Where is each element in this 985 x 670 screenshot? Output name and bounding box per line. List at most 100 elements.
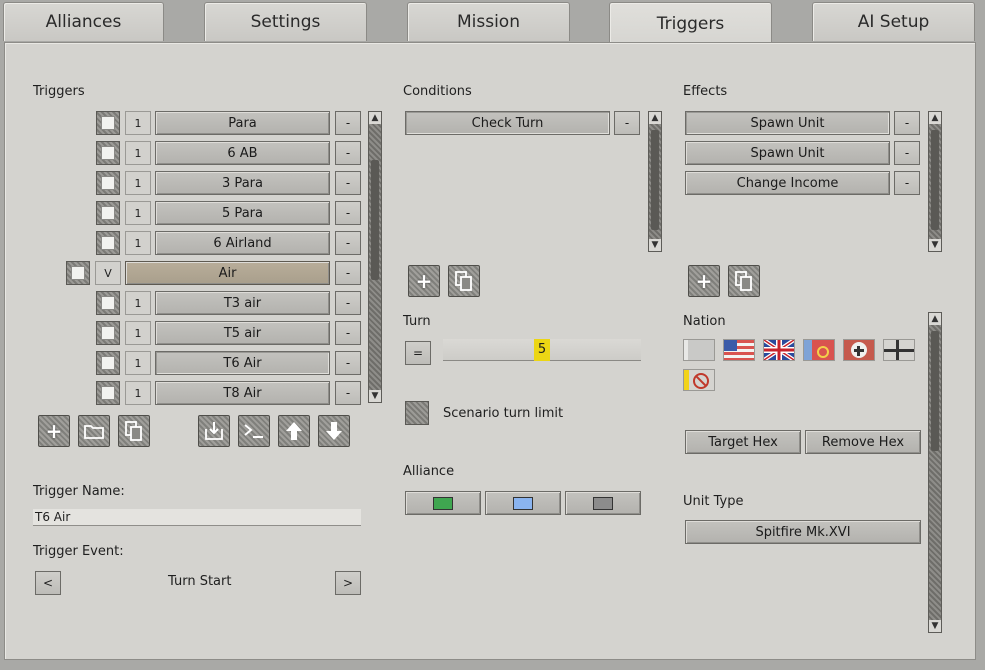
turn-operator-button[interactable]: = <box>405 341 431 365</box>
tab-mission[interactable]: Mission <box>407 2 570 41</box>
trigger-checkbox[interactable] <box>96 171 120 195</box>
nation-flag-none[interactable] <box>683 369 715 391</box>
delete-effect-button[interactable]: - <box>894 141 920 165</box>
delete-trigger-button[interactable]: - <box>335 201 361 225</box>
nation-flag-uk[interactable] <box>763 339 795 361</box>
trigger-checkbox[interactable] <box>96 321 120 345</box>
nation-flag-germany[interactable] <box>843 339 875 361</box>
tab-settings[interactable]: Settings <box>204 2 367 41</box>
add-effect-button[interactable]: + <box>688 265 720 297</box>
trigger-item-selected[interactable]: Air <box>125 261 330 285</box>
move-down-button[interactable] <box>318 415 350 447</box>
trigger-repeat-count[interactable]: 1 <box>125 201 151 225</box>
trigger-list-scrollbar[interactable]: ▲ ▼ <box>368 111 382 403</box>
trigger-checkbox[interactable] <box>96 351 120 375</box>
trigger-checkbox[interactable] <box>96 231 120 255</box>
trigger-repeat-count[interactable]: V <box>95 261 121 285</box>
scroll-thumb[interactable] <box>371 160 379 280</box>
delete-trigger-button[interactable]: - <box>335 381 361 405</box>
add-trigger-button[interactable]: + <box>38 415 70 447</box>
target-hex-button[interactable]: Target Hex <box>685 430 801 454</box>
conditions-scrollbar[interactable]: ▲ ▼ <box>648 111 662 252</box>
condition-item[interactable]: Check Turn <box>405 111 610 135</box>
nation-flag-usa[interactable] <box>723 339 755 361</box>
copy-trigger-button[interactable] <box>118 415 150 447</box>
trigger-repeat-count[interactable]: 1 <box>125 291 151 315</box>
trigger-item[interactable]: T3 air <box>155 291 330 315</box>
event-prev-button[interactable]: < <box>35 571 61 595</box>
trigger-item[interactable]: Para <box>155 111 330 135</box>
effect-details-scrollbar[interactable]: ▲ ▼ <box>928 312 942 633</box>
delete-trigger-button[interactable]: - <box>335 261 361 285</box>
event-next-button[interactable]: > <box>335 571 361 595</box>
trigger-checkbox[interactable] <box>96 141 120 165</box>
remove-hex-button[interactable]: Remove Hex <box>805 430 921 454</box>
copy-condition-button[interactable] <box>448 265 480 297</box>
delete-trigger-button[interactable]: - <box>335 321 361 345</box>
trigger-repeat-count[interactable]: 1 <box>125 141 151 165</box>
effects-scrollbar[interactable]: ▲ ▼ <box>928 111 942 252</box>
alliance-green-button[interactable] <box>405 491 481 515</box>
trigger-item[interactable]: 5 Para <box>155 201 330 225</box>
trigger-repeat-count[interactable]: 1 <box>125 351 151 375</box>
scroll-up-icon[interactable]: ▲ <box>929 313 941 325</box>
delete-trigger-button[interactable]: - <box>335 141 361 165</box>
scroll-thumb[interactable] <box>931 130 939 230</box>
turn-slider[interactable]: 5 <box>443 339 641 361</box>
add-condition-button[interactable]: + <box>408 265 440 297</box>
trigger-item[interactable]: 6 Airland <box>155 231 330 255</box>
tab-ai-setup[interactable]: AI Setup <box>812 2 975 41</box>
trigger-repeat-count[interactable]: 1 <box>125 111 151 135</box>
scroll-down-icon[interactable]: ▼ <box>649 239 661 251</box>
delete-effect-button[interactable]: - <box>894 171 920 195</box>
trigger-checkbox[interactable] <box>96 201 120 225</box>
scroll-thumb[interactable] <box>931 331 939 451</box>
trigger-item[interactable]: T6 Air <box>155 351 330 375</box>
effect-item[interactable]: Spawn Unit <box>685 111 890 135</box>
scroll-down-icon[interactable]: ▼ <box>929 239 941 251</box>
trigger-folder-button[interactable] <box>78 415 110 447</box>
scroll-up-icon[interactable]: ▲ <box>649 112 661 124</box>
scroll-up-icon[interactable]: ▲ <box>929 112 941 124</box>
tab-alliances[interactable]: Alliances <box>3 2 164 41</box>
tab-triggers[interactable]: Triggers <box>609 2 772 44</box>
delete-trigger-button[interactable]: - <box>335 351 361 375</box>
trigger-item[interactable]: T5 air <box>155 321 330 345</box>
effect-item[interactable]: Change Income <box>685 171 890 195</box>
scenario-turn-limit-checkbox[interactable] <box>405 401 429 425</box>
nation-flag-soviet[interactable] <box>803 339 835 361</box>
alliance-gray-button[interactable] <box>565 491 641 515</box>
scroll-thumb[interactable] <box>651 130 659 230</box>
delete-condition-button[interactable]: - <box>614 111 640 135</box>
trigger-checkbox[interactable] <box>96 291 120 315</box>
trigger-repeat-count[interactable]: 1 <box>125 321 151 345</box>
trigger-checkbox[interactable] <box>66 261 90 285</box>
copy-effect-button[interactable] <box>728 265 760 297</box>
nation-flag-germany-war[interactable] <box>883 339 915 361</box>
trigger-repeat-count[interactable]: 1 <box>125 231 151 255</box>
trigger-repeat-count[interactable]: 1 <box>125 171 151 195</box>
nation-flag-neutral[interactable] <box>683 339 715 361</box>
trigger-item[interactable]: 3 Para <box>155 171 330 195</box>
trigger-name-field[interactable]: T6 Air <box>33 509 361 526</box>
trigger-repeat-count[interactable]: 1 <box>125 381 151 405</box>
trigger-checkbox[interactable] <box>96 381 120 405</box>
import-trigger-button[interactable] <box>198 415 230 447</box>
scroll-up-icon[interactable]: ▲ <box>369 112 381 124</box>
turn-slider-handle[interactable]: 5 <box>534 339 550 361</box>
delete-trigger-button[interactable]: - <box>335 171 361 195</box>
alliance-blue-button[interactable] <box>485 491 561 515</box>
scroll-down-icon[interactable]: ▼ <box>929 620 941 632</box>
delete-effect-button[interactable]: - <box>894 111 920 135</box>
scroll-down-icon[interactable]: ▼ <box>369 390 381 402</box>
trigger-item[interactable]: 6 AB <box>155 141 330 165</box>
delete-trigger-button[interactable]: - <box>335 291 361 315</box>
trigger-item[interactable]: T8 Air <box>155 381 330 405</box>
trigger-checkbox[interactable] <box>96 111 120 135</box>
delete-trigger-button[interactable]: - <box>335 111 361 135</box>
move-up-button[interactable] <box>278 415 310 447</box>
effect-item[interactable]: Spawn Unit <box>685 141 890 165</box>
script-trigger-button[interactable] <box>238 415 270 447</box>
delete-trigger-button[interactable]: - <box>335 231 361 255</box>
unit-type-selector[interactable]: Spitfire Mk.XVI <box>685 520 921 544</box>
